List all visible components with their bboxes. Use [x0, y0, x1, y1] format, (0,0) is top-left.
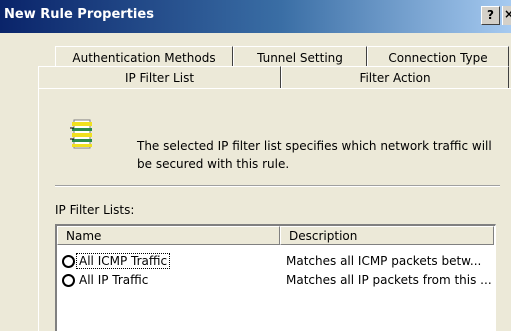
- tab-connection-type[interactable]: Connection Type: [367, 46, 509, 68]
- row-name: All ICMP Traffic: [75, 253, 171, 269]
- table-row[interactable]: All ICMP Traffic Matches all ICMP packet…: [57, 252, 494, 272]
- tab-authentication-methods[interactable]: Authentication Methods: [55, 46, 233, 68]
- info-description: The selected IP filter list specifies wh…: [137, 139, 492, 171]
- title-bar: New Rule Properties ? ×: [0, 0, 511, 33]
- window-title: New Rule Properties: [4, 7, 154, 22]
- row-description: Matches all ICMP packets betw...: [286, 254, 482, 268]
- tab-filter-action[interactable]: Filter Action: [281, 66, 509, 88]
- radio-button[interactable]: [62, 274, 75, 287]
- row-name: All IP Traffic: [79, 273, 149, 287]
- tab-tunnel-setting[interactable]: Tunnel Setting: [233, 46, 367, 68]
- column-header-name[interactable]: Name: [57, 226, 280, 245]
- separator: [55, 185, 500, 187]
- radio-button[interactable]: [62, 255, 75, 268]
- filter-list-icon: [70, 119, 92, 149]
- row-description: Matches all IP packets from this ...: [286, 273, 492, 287]
- close-button[interactable]: ×: [502, 6, 511, 25]
- table-row[interactable]: All IP Traffic Matches all IP packets fr…: [57, 271, 494, 291]
- close-icon: ×: [504, 7, 511, 21]
- help-button[interactable]: ?: [481, 6, 500, 25]
- ip-filter-list-view[interactable]: Name Description All ICMP Traffic Matche…: [55, 224, 496, 331]
- ip-filter-lists-label: IP Filter Lists:: [55, 203, 135, 217]
- column-header-description[interactable]: Description: [280, 226, 494, 245]
